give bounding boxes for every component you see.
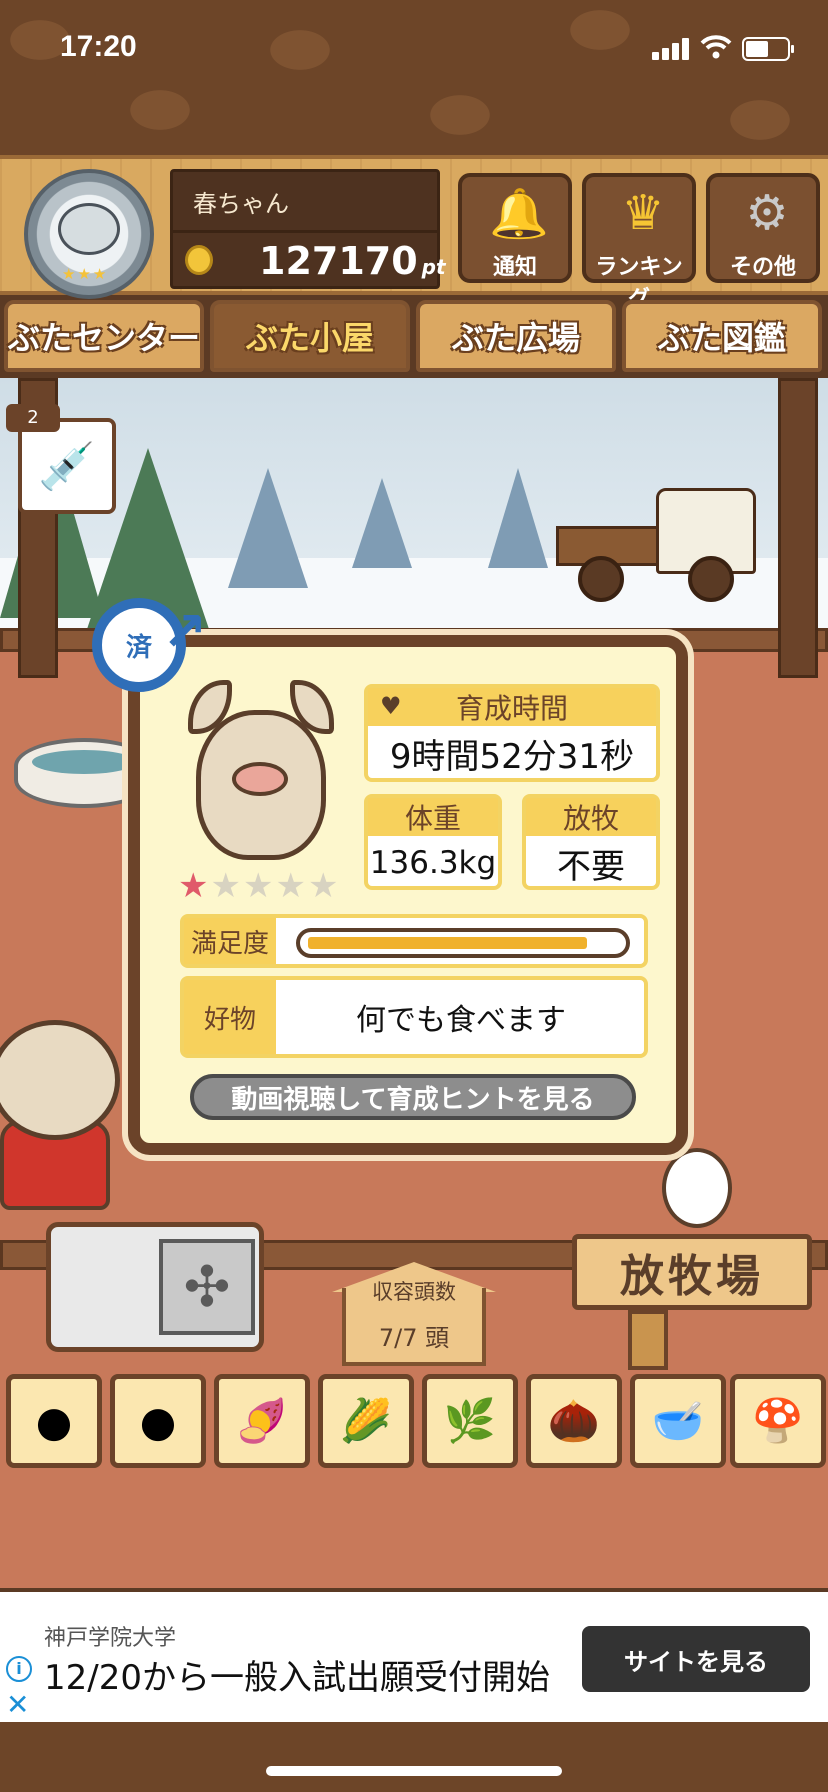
rating-star-icon: ★ xyxy=(242,866,276,906)
grazing-value: 不要 xyxy=(557,846,625,887)
rank-stars-icon: ★★★ xyxy=(62,265,109,283)
pine-tree-icon xyxy=(228,468,308,588)
favorite-food-row: 好物 何でも食べます xyxy=(180,976,648,1058)
truffle-icon: 🍄 xyxy=(751,1396,805,1445)
mixed-grain-icon: ● xyxy=(139,1396,177,1446)
username: 春ちゃん xyxy=(193,190,289,218)
tab-pig-center[interactable]: ぶたセンター xyxy=(4,300,204,372)
grazing-label: 放牧 xyxy=(526,798,656,836)
pig-portrait xyxy=(186,680,336,860)
status-time: 17:20 xyxy=(60,30,137,63)
corn-icon: 🌽 xyxy=(339,1396,393,1445)
gear-icon: ⚙ xyxy=(745,185,789,241)
points-row: 127170 pt xyxy=(173,230,446,286)
raise-time-box: 育成時間 ♥ 9時間52分31秒 xyxy=(364,684,660,782)
heart-icon: ♥ xyxy=(380,692,402,720)
acorn-icon: 🌰 xyxy=(547,1396,601,1445)
watch-hint-video-button[interactable]: 動画視聴して育成ヒントを見る xyxy=(190,1074,636,1120)
pasture-sign-button[interactable]: 放牧場 xyxy=(572,1234,812,1310)
climate-control-machine[interactable]: ✣ xyxy=(46,1222,264,1352)
rank-badge[interactable]: ★★★ xyxy=(24,169,154,299)
favorite-food-label: 好物 xyxy=(184,980,276,1054)
food-slot-acorn[interactable]: 🌰 xyxy=(526,1374,622,1468)
capacity-value: 7/7 頭 xyxy=(378,1324,450,1352)
tab-pig-pen[interactable]: ぶた小屋 xyxy=(210,300,410,372)
bottom-background xyxy=(0,1722,828,1792)
ad-cta-button[interactable]: サイトを見る xyxy=(582,1626,810,1692)
pine-tree-icon xyxy=(352,478,412,568)
wifi-icon xyxy=(700,35,732,59)
capacity-sign: 収容頭数 7/7 頭 xyxy=(332,1262,496,1366)
syringe-icon: 💉 xyxy=(38,438,96,493)
crown-icon: ♛ xyxy=(621,185,665,241)
pig-avatar-icon xyxy=(58,203,120,255)
home-indicator[interactable] xyxy=(266,1766,562,1776)
syringe-count: 2 xyxy=(6,404,60,432)
battery-icon xyxy=(742,37,794,61)
food-slot-sweet-potato[interactable]: 🍠 xyxy=(214,1374,310,1468)
rating-star-icon: ★ xyxy=(307,866,341,906)
satisfaction-bar-fill xyxy=(308,937,587,949)
soybean-icon: 🌿 xyxy=(443,1396,497,1445)
tab-pig-encyclopedia[interactable]: ぶた図鑑 xyxy=(622,300,822,372)
other-button[interactable]: ⚙ その他 xyxy=(706,173,820,283)
food-slot-truffle[interactable]: 🍄 xyxy=(730,1374,826,1468)
rating-star-icon: ★ xyxy=(178,866,211,906)
coin-icon xyxy=(185,245,213,275)
male-arrow-icon: ↗ xyxy=(162,600,208,663)
rating-star-icon: ★ xyxy=(275,866,308,906)
profile-panel: 春ちゃん 127170 pt xyxy=(170,169,446,289)
sweet-potato-icon: 🍠 xyxy=(235,1396,289,1445)
gate-post-right xyxy=(778,378,818,678)
pig-rating: ★★★★★ xyxy=(178,866,340,906)
bell-icon: 🔔 xyxy=(489,185,549,242)
fan-icon: ✣ xyxy=(159,1239,255,1335)
header-bar: ★★★ 春ちゃん 127170pt 🔔 通知 ♛ ランキング ⚙ その他 xyxy=(0,155,828,312)
syringe-item[interactable]: 💉 xyxy=(18,418,116,514)
favorite-food-value: 何でも食べます xyxy=(356,1003,566,1038)
satisfaction-bar xyxy=(296,928,630,958)
rating-star-icon: ★ xyxy=(210,866,243,906)
grain-icon: ● xyxy=(35,1396,73,1446)
truck-icon xyxy=(556,478,766,602)
food-slot-corn[interactable]: 🌽 xyxy=(318,1374,414,1468)
weight-label: 体重 xyxy=(368,798,498,836)
ad-banner[interactable]: 神戸学院大学 12/20から一般入試出願受付開始 サイトを見る i ✕ xyxy=(0,1592,828,1722)
ad-info-icon[interactable]: i xyxy=(6,1656,32,1682)
points-value: 127170 pt xyxy=(259,239,446,283)
game-screen: 17:20 ★★★ 春ちゃん 127170 pt 🔔 通知 ♛ ランキン ⚙ そ… xyxy=(0,0,828,1792)
weight-box: 体重 136.3kg xyxy=(364,794,502,890)
nav-tabs: ぶたセンター ぶた小屋 ぶた広場 ぶた図鑑 xyxy=(0,300,828,378)
satisfaction-label: 満足度 xyxy=(184,918,276,964)
other-label: その他 xyxy=(729,255,796,280)
notification-label: 通知 xyxy=(492,255,537,280)
food-slot-feed-bowl[interactable]: 🥣 xyxy=(630,1374,726,1468)
ad-headline: 12/20から一般入試出願受付開始 xyxy=(44,1658,550,1698)
ad-advertiser: 神戸学院大学 xyxy=(44,1626,177,1651)
status-bar: 17:20 xyxy=(0,0,828,100)
food-slot-grain[interactable]: ● xyxy=(6,1374,102,1468)
food-bar: ● ● 🍠 🌽 🌿 🌰 🥣 🍄 xyxy=(0,1368,828,1472)
feed-bowl-icon: 🥣 xyxy=(651,1396,705,1445)
pine-tree-icon xyxy=(488,468,548,568)
satisfaction-row: 満足度 xyxy=(180,914,648,968)
food-slot-mixed-grain[interactable]: ● xyxy=(110,1374,206,1468)
sign-pole xyxy=(628,1310,668,1370)
weight-value: 136.3kg xyxy=(369,845,497,881)
notification-button[interactable]: 🔔 通知 xyxy=(458,173,572,283)
raise-time-label: 育成時間 xyxy=(368,688,656,726)
raise-time-value: 9時間52分31秒 xyxy=(389,736,635,777)
food-slot-soybean[interactable]: 🌿 xyxy=(422,1374,518,1468)
grazing-box: 放牧 不要 xyxy=(522,794,660,890)
ad-close-icon[interactable]: ✕ xyxy=(6,1688,29,1721)
ranking-button[interactable]: ♛ ランキング xyxy=(582,173,696,312)
pig-king-character[interactable] xyxy=(0,1000,130,1210)
tab-pig-plaza[interactable]: ぶた広場 xyxy=(416,300,616,372)
capacity-label: 収容頭数 xyxy=(372,1280,456,1304)
cellular-signal-icon xyxy=(652,38,692,60)
